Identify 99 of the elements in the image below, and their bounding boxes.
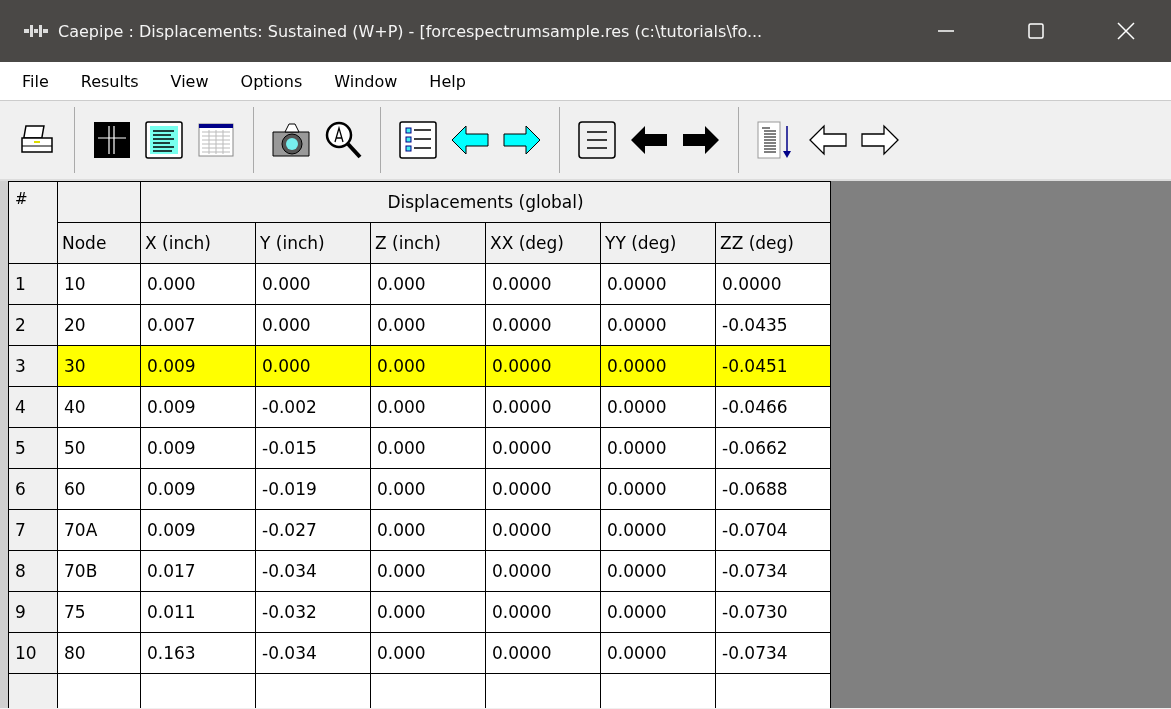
table-cell: 0.009 — [140, 427, 256, 469]
table-cell: -0.034 — [255, 550, 371, 592]
table-cell: 0.007 — [140, 304, 256, 346]
table-cell: 0.0000 — [600, 509, 716, 551]
row-header: 7 — [8, 509, 58, 551]
column-group-header: Displacements (global) — [140, 181, 831, 223]
row-header: 9 — [8, 591, 58, 633]
menu-item[interactable]: File — [22, 71, 49, 91]
menu-item[interactable]: Options — [240, 71, 303, 91]
table-cell: -0.0466 — [715, 386, 831, 428]
table-cell: 0.000 — [370, 304, 486, 346]
table-cell: -0.0435 — [715, 304, 831, 346]
table-cell: 0.0000 — [600, 263, 716, 305]
table-cell: -0.032 — [255, 591, 371, 633]
table-cell: 0.000 — [370, 591, 486, 633]
table-cell: 0.0000 — [600, 304, 716, 346]
table-cell: 80 — [57, 632, 141, 674]
table-cell: -0.019 — [255, 468, 371, 510]
menu-item[interactable]: Results — [80, 71, 139, 91]
table-cell: 0.0000 — [600, 550, 716, 592]
row-header: 6 — [8, 468, 58, 510]
table-cell: -0.0734 — [715, 632, 831, 674]
table-cell: 0.0000 — [715, 263, 831, 305]
table-cell: -0.0704 — [715, 509, 831, 551]
column-header: XX (deg) — [485, 222, 601, 264]
table-cell: 0.000 — [370, 632, 486, 674]
table-cell: 0.0000 — [485, 427, 601, 469]
table-cell: 75 — [57, 591, 141, 633]
table-cell: 0.000 — [370, 427, 486, 469]
table-cell: 0.0000 — [600, 468, 716, 510]
table-cell: 0.0000 — [600, 427, 716, 469]
table-cell: 0.017 — [140, 550, 256, 592]
table-cell: -0.0734 — [715, 550, 831, 592]
table-cell: -0.002 — [255, 386, 371, 428]
row-header: 10 — [8, 632, 58, 674]
table-cell: 0.000 — [370, 386, 486, 428]
table-cell: -0.0662 — [715, 427, 831, 469]
table-cell: 0.009 — [140, 386, 256, 428]
table-cell: 0.000 — [255, 263, 371, 305]
table-cell: 60 — [57, 468, 141, 510]
table-cell: -0.0688 — [715, 468, 831, 510]
table-cell: 0.0000 — [600, 632, 716, 674]
table-cell: 0.0000 — [485, 550, 601, 592]
row-header: 5 — [8, 427, 58, 469]
table-cell: -0.027 — [255, 509, 371, 551]
table-cell: 0.000 — [370, 345, 486, 387]
table-cell: 0.0000 — [485, 386, 601, 428]
menu-item[interactable]: View — [170, 71, 209, 91]
table-cell: 10 — [57, 263, 141, 305]
table-cell: 0.009 — [140, 509, 256, 551]
table-cell: 0.0000 — [485, 345, 601, 387]
column-header: # — [8, 181, 58, 264]
column-header: Node — [57, 222, 141, 264]
table-cell: 0.009 — [140, 468, 256, 510]
table-cell: 0.0000 — [600, 386, 716, 428]
table-cell: 0.0000 — [600, 591, 716, 633]
column-header: X (inch) — [140, 222, 256, 264]
table-cell: 0.0000 — [600, 345, 716, 387]
table-cell: 0.000 — [370, 468, 486, 510]
row-header: 3 — [8, 345, 58, 387]
maximize-button[interactable] — [1027, 22, 1045, 40]
column-header: Y (inch) — [255, 222, 371, 264]
table-cell: 0.000 — [140, 263, 256, 305]
window-title: Caepipe : Displacements: Sustained (W+P) - [forcespectrumsample.res (c:\tutorials\fo... — [58, 21, 763, 41]
table-cell: 50 — [57, 427, 141, 469]
table-cell: -0.034 — [255, 632, 371, 674]
table-cell: 0.0000 — [485, 632, 601, 674]
row-header: 4 — [8, 386, 58, 428]
table-cell: -0.0730 — [715, 591, 831, 633]
table-cell: 0.009 — [140, 345, 256, 387]
table-cell: 0.163 — [140, 632, 256, 674]
menu-item[interactable]: Help — [429, 71, 466, 91]
table-cell: 0.000 — [255, 345, 371, 387]
row-header: 1 — [8, 263, 58, 305]
table-cell: 0.000 — [370, 550, 486, 592]
table-cell: 40 — [57, 386, 141, 428]
row-header: 8 — [8, 550, 58, 592]
table-cell: 0.0000 — [485, 304, 601, 346]
table-cell: 0.0000 — [485, 468, 601, 510]
table-cell: -0.0451 — [715, 345, 831, 387]
table-cell: 30 — [57, 345, 141, 387]
column-header: YY (deg) — [600, 222, 716, 264]
table-cell: 70A — [57, 509, 141, 551]
row-header: 2 — [8, 304, 58, 346]
table-cell: 0.000 — [370, 509, 486, 551]
table-cell: 0.000 — [370, 263, 486, 305]
table-cell: 0.0000 — [485, 591, 601, 633]
table-cell: 0.0000 — [485, 263, 601, 305]
column-header: Z (inch) — [370, 222, 486, 264]
table-cell: 0.0000 — [485, 509, 601, 551]
table-cell: 0.000 — [255, 304, 371, 346]
table-cell: 20 — [57, 304, 141, 346]
column-header: ZZ (deg) — [715, 222, 831, 264]
close-button[interactable] — [1117, 22, 1135, 40]
table-cell: 0.011 — [140, 591, 256, 633]
menu-item[interactable]: Window — [334, 71, 398, 91]
app-icon — [24, 24, 48, 38]
table-cell: 70B — [57, 550, 141, 592]
table-cell: -0.015 — [255, 427, 371, 469]
